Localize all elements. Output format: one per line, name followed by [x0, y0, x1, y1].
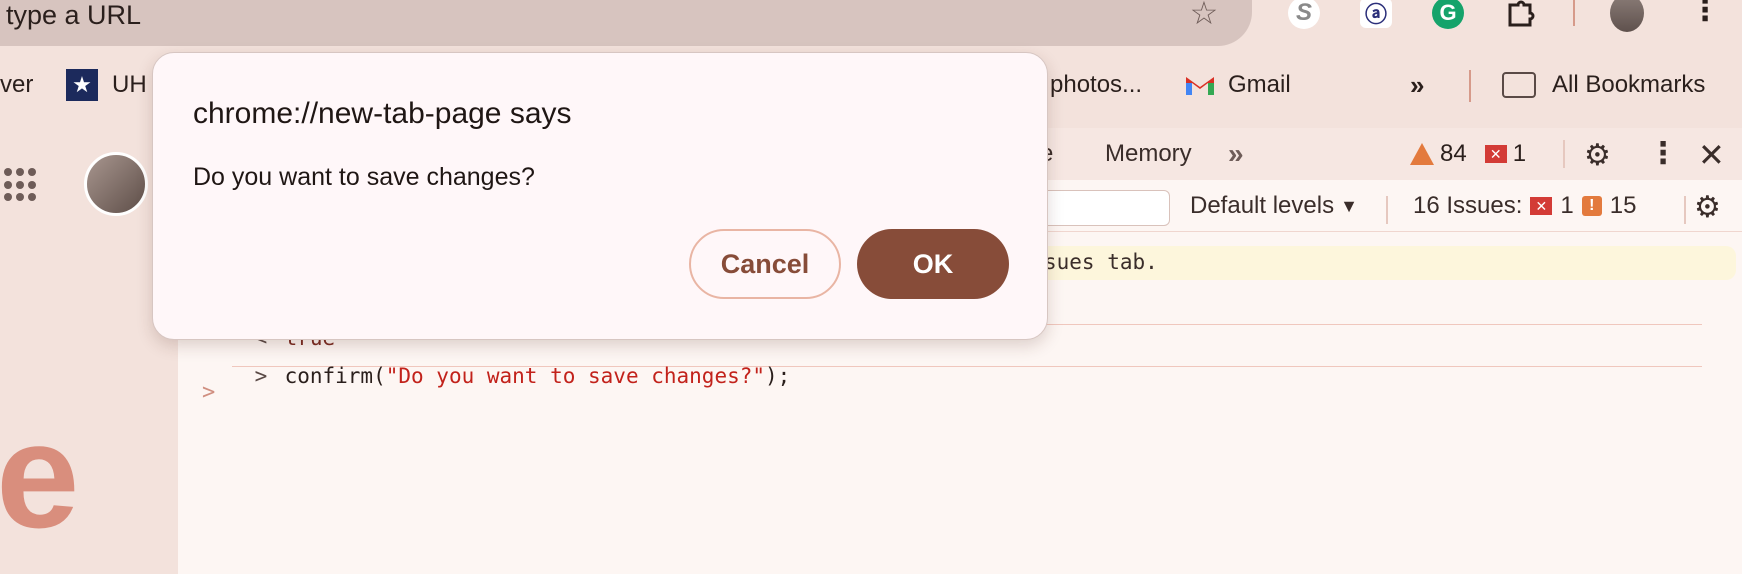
issue-error-icon: ✕	[1530, 197, 1553, 215]
input-chevron-icon: >	[254, 364, 268, 388]
issues-label: 16 Issues:	[1413, 192, 1523, 219]
more-tabs-chevron-icon[interactable]: »	[1228, 128, 1244, 180]
devtools-close-icon[interactable]: ✕	[1698, 136, 1725, 174]
google-apps-icon[interactable]	[4, 168, 38, 202]
dialog-title: chrome://new-tab-page says	[193, 97, 572, 130]
confirm-dialog: chrome://new-tab-page says Do you want t…	[152, 52, 1048, 340]
log-levels-dropdown[interactable]: Default levels ▼	[1190, 192, 1358, 220]
issues-divider	[1684, 196, 1686, 224]
error-icon: ✕	[1484, 145, 1507, 163]
console-input-string: "Do you want to save changes?"	[385, 364, 766, 388]
issues-banner-text: sues tab.	[1044, 250, 1158, 274]
omnibox[interactable]: type a URL	[0, 0, 1252, 46]
warnings-count: 84	[1440, 140, 1467, 167]
issue-warning-icon: !	[1581, 196, 1602, 216]
console-input-row: > confirm("Do you want to save changes?")…	[204, 340, 791, 412]
browser-toolbar: type a URL ☆ S ⓐ G ⋮	[0, 0, 1742, 52]
toolbar-divider	[1573, 0, 1575, 26]
console-settings-gear-icon[interactable]: ⚙	[1694, 190, 1721, 225]
bookmark-ver[interactable]: ver	[0, 62, 33, 108]
ok-button[interactable]: OK	[857, 229, 1009, 299]
console-prompt[interactable]: >	[202, 380, 215, 405]
omnibox-text[interactable]: type a URL	[6, 0, 141, 30]
bookmark-star-icon[interactable]: ☆	[1186, 0, 1222, 29]
all-bookmarks-label: All Bookmarks	[1552, 71, 1706, 98]
bookmark-gmail-label: Gmail	[1228, 71, 1291, 98]
folder-icon	[1502, 72, 1536, 98]
console-input-tail: );	[765, 364, 791, 388]
log-levels-label: Default levels	[1190, 192, 1335, 219]
grammarly-icon[interactable]: G	[1430, 0, 1466, 30]
extension-s-icon[interactable]: S	[1286, 0, 1322, 30]
tab-strip-divider	[1563, 140, 1565, 168]
extension-a-icon[interactable]: ⓐ	[1358, 0, 1394, 30]
cancel-button[interactable]: Cancel	[689, 229, 841, 299]
issues-counter[interactable]: 16 Issues: ✕ 1 ! 15	[1413, 192, 1636, 220]
chrome-menu-icon[interactable]: ⋮	[1690, 0, 1720, 30]
bookmark-gmail[interactable]: Gmail	[1184, 62, 1291, 108]
gmail-icon	[1184, 73, 1216, 97]
bookmark-photos[interactable]: photos...	[1050, 62, 1142, 108]
errors-count: 1	[1512, 140, 1527, 167]
devtools-settings-gear-icon[interactable]: ⚙	[1584, 138, 1611, 173]
bookmarks-overflow-chevron-icon[interactable]: »	[1410, 62, 1424, 108]
extensions-puzzle-icon[interactable]	[1502, 0, 1538, 30]
bookmark-photos-label: photos...	[1050, 71, 1143, 98]
issues-warnings-count: 15	[1609, 192, 1637, 219]
devtools-menu-icon[interactable]: ⋮	[1648, 136, 1678, 171]
issues-errors-count: 1	[1560, 192, 1574, 219]
dialog-message: Do you want to save changes?	[193, 163, 535, 191]
google-logo-fragment: e	[0, 391, 80, 559]
tab-memory[interactable]: Memory	[1105, 128, 1192, 180]
star-icon: ★	[66, 69, 98, 101]
console-input-fn: confirm(	[284, 364, 386, 388]
bookmark-uh-label: UH	[112, 71, 147, 98]
warning-icon	[1410, 143, 1434, 165]
bookmark-ver-label: ver	[0, 71, 34, 98]
dropdown-triangle-icon: ▼	[1340, 195, 1358, 216]
filter-divider	[1386, 196, 1388, 224]
bookmark-uh[interactable]: ★ UH	[66, 62, 147, 108]
devtools-counters[interactable]: 84 ✕ 1	[1410, 140, 1526, 168]
bookmarks-divider	[1469, 70, 1471, 102]
ntp-profile-avatar[interactable]	[84, 152, 148, 216]
profile-avatar[interactable]	[1610, 0, 1644, 32]
all-bookmarks-button[interactable]: All Bookmarks	[1502, 62, 1705, 108]
